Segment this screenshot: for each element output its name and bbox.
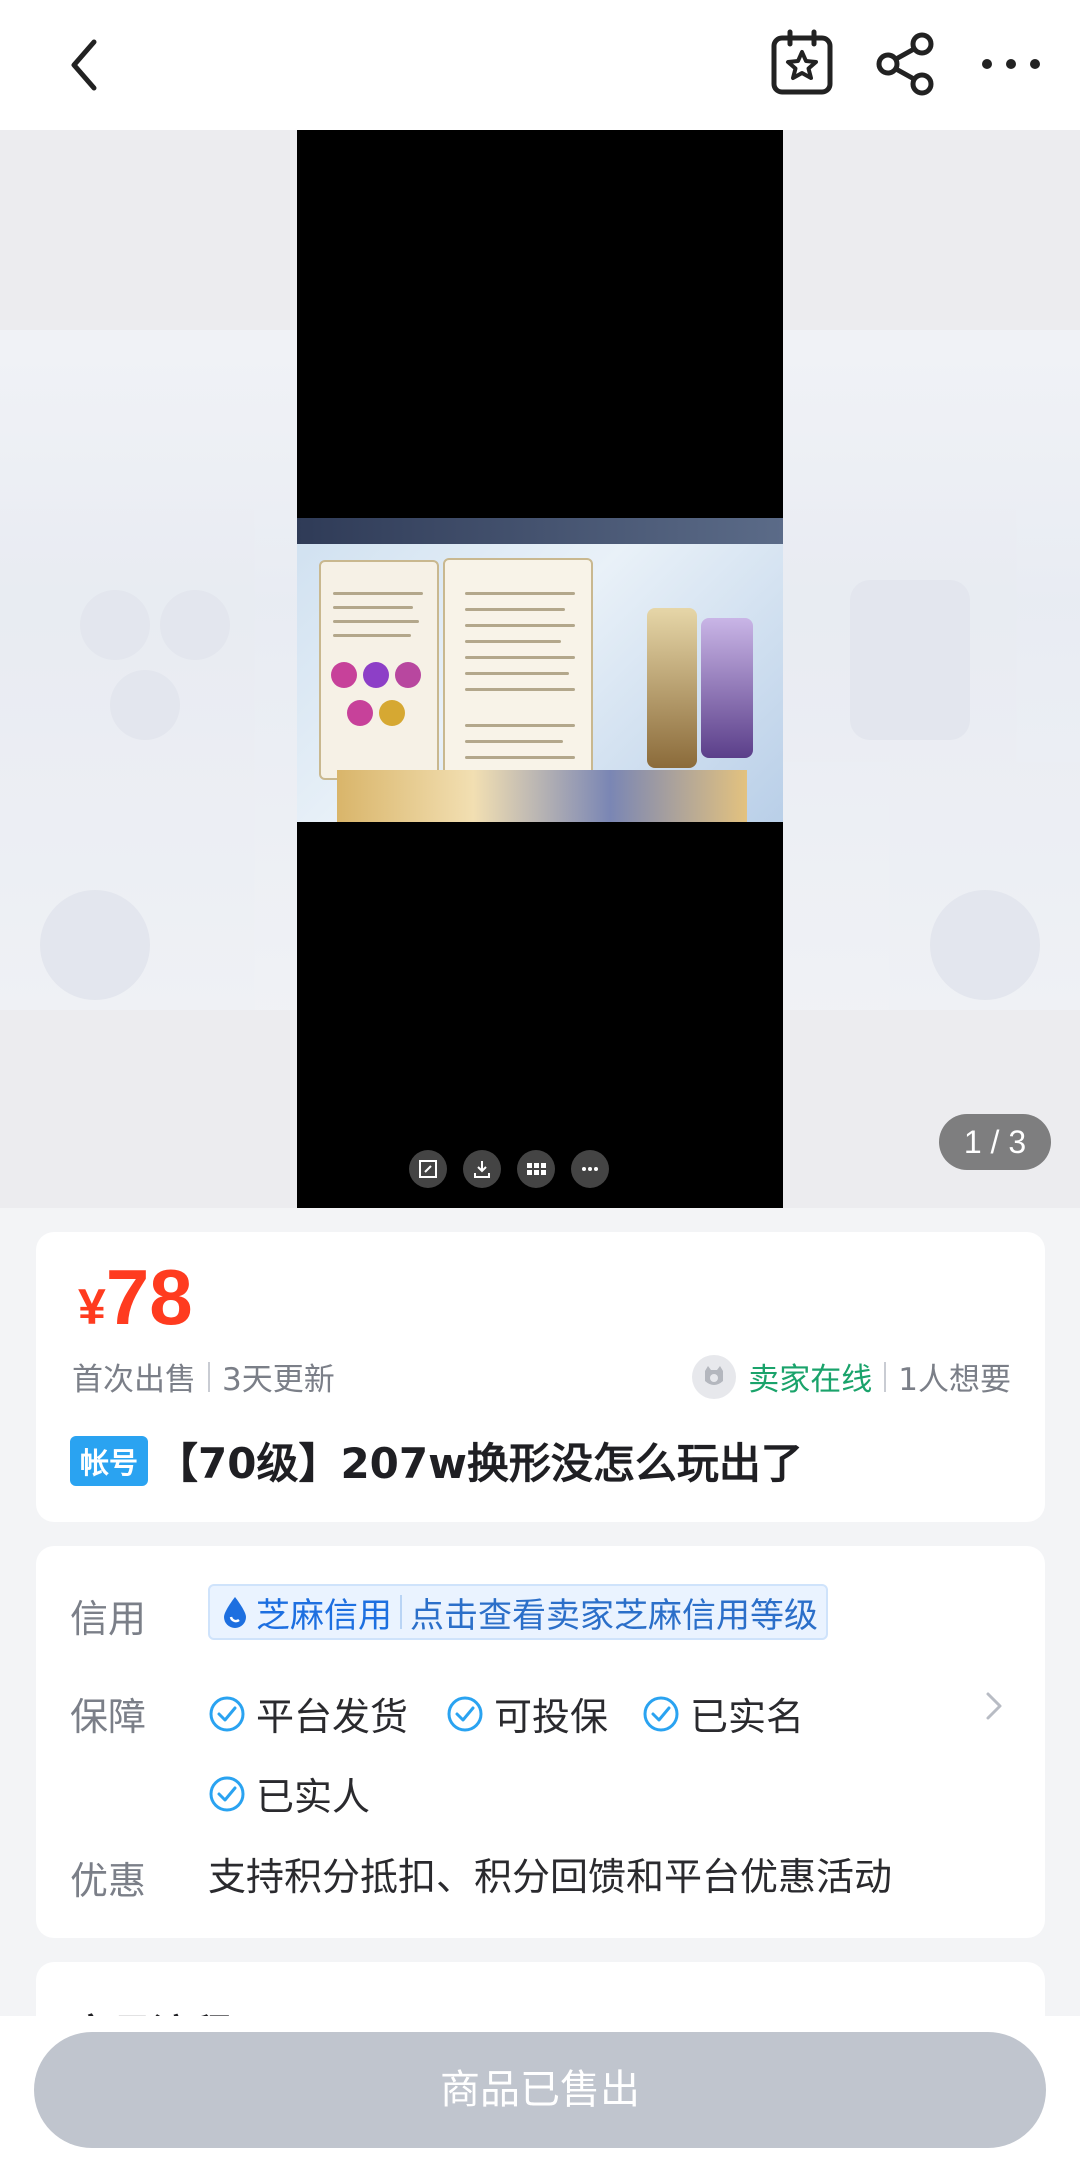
image-counter: 1 / 3	[939, 1114, 1051, 1170]
star-bookmark-icon	[771, 29, 833, 95]
sesame-credit-detail-link[interactable]: 点击查看卖家芝麻信用等级	[410, 1588, 818, 1637]
credit-label: 信用	[70, 1597, 147, 1641]
guarantee-item: 平台发货	[208, 1686, 408, 1741]
grid-icon	[527, 1163, 546, 1175]
first-sale-label: 首次出售	[72, 1362, 196, 1398]
download-icon	[474, 1161, 490, 1178]
sold-out-button[interactable]: 商品已售出	[34, 2032, 1046, 2148]
game-screenshot	[297, 518, 783, 822]
share-icon	[876, 32, 934, 96]
media-viewer[interactable]: 1 / 3	[0, 130, 1080, 1208]
updated-label: 3天更新	[222, 1362, 335, 1398]
chevron-left-icon	[71, 39, 97, 91]
account-tag: 帐号	[70, 1435, 149, 1486]
sesame-credit-link[interactable]: 芝麻信用 点击查看卖家芝麻信用等级	[208, 1584, 828, 1640]
currency-symbol: ¥	[78, 1279, 106, 1335]
drop-icon	[224, 1597, 246, 1628]
divider	[208, 1361, 210, 1392]
price: ¥78	[78, 1252, 193, 1343]
share-button[interactable]	[870, 28, 942, 100]
guarantee-item: 已实人	[208, 1766, 370, 1821]
divider	[884, 1361, 887, 1392]
video-player[interactable]	[297, 130, 783, 1208]
favorite-button[interactable]	[766, 28, 838, 100]
check-circle-icon	[447, 1696, 483, 1731]
more-button[interactable]	[975, 28, 1047, 100]
chevron-right-icon	[986, 1692, 1002, 1720]
fullscreen-icon	[419, 1160, 437, 1178]
wants-count: 1人想要	[898, 1362, 1011, 1398]
fullscreen-button[interactable]	[409, 1150, 447, 1188]
guarantee-expand-button[interactable]	[979, 1686, 1009, 1726]
guarantee-text: 可投保	[494, 1695, 609, 1739]
guarantee-text: 已实人	[256, 1775, 371, 1819]
guarantee-label: 保障	[70, 1695, 147, 1739]
bottom-bar: 商品已售出	[0, 2016, 1080, 2160]
details-card: 信用 芝麻信用 点击查看卖家芝麻信用等级 保障 平台发货 可投保 已实名 已实人…	[36, 1546, 1045, 1938]
download-button[interactable]	[463, 1150, 501, 1188]
sesame-credit-label: 芝麻信用	[256, 1595, 392, 1636]
check-circle-icon	[209, 1776, 245, 1811]
guarantee-item: 可投保	[446, 1686, 608, 1741]
check-circle-icon	[643, 1696, 679, 1731]
top-bar	[0, 0, 1080, 130]
sale-meta: 首次出售 3天更新	[72, 1354, 335, 1399]
discount-label: 优惠	[70, 1859, 147, 1903]
seller-meta[interactable]: 卖家在线 1人想要	[692, 1354, 1011, 1399]
guarantee-text: 已实名	[690, 1695, 805, 1739]
title-row: 帐号 【70级】207w换形没怎么玩出了	[70, 1430, 803, 1491]
guarantee-text: 平台发货	[256, 1695, 409, 1739]
price-value: 78	[105, 1253, 193, 1341]
listing-title: 【70级】207w换形没怎么玩出了	[156, 1439, 803, 1488]
discount-text: 支持积分抵扣、积分回馈和平台优惠活动	[208, 1855, 893, 1899]
seller-avatar[interactable]	[692, 1354, 737, 1399]
more-dots-icon	[982, 59, 1040, 69]
seller-online-status: 卖家在线	[748, 1362, 873, 1398]
video-more-button[interactable]	[571, 1150, 609, 1188]
check-circle-icon	[209, 1696, 245, 1731]
more-icon	[582, 1167, 598, 1171]
guarantee-item: 已实名	[642, 1686, 804, 1741]
cat-face-icon	[705, 1365, 724, 1385]
listing-card: ¥78 首次出售 3天更新 卖家在线 1人想要 帐号 【70级】207w换形没怎…	[36, 1232, 1045, 1522]
divider	[400, 1595, 402, 1629]
grid-button[interactable]	[517, 1150, 555, 1188]
back-button[interactable]	[52, 30, 122, 100]
